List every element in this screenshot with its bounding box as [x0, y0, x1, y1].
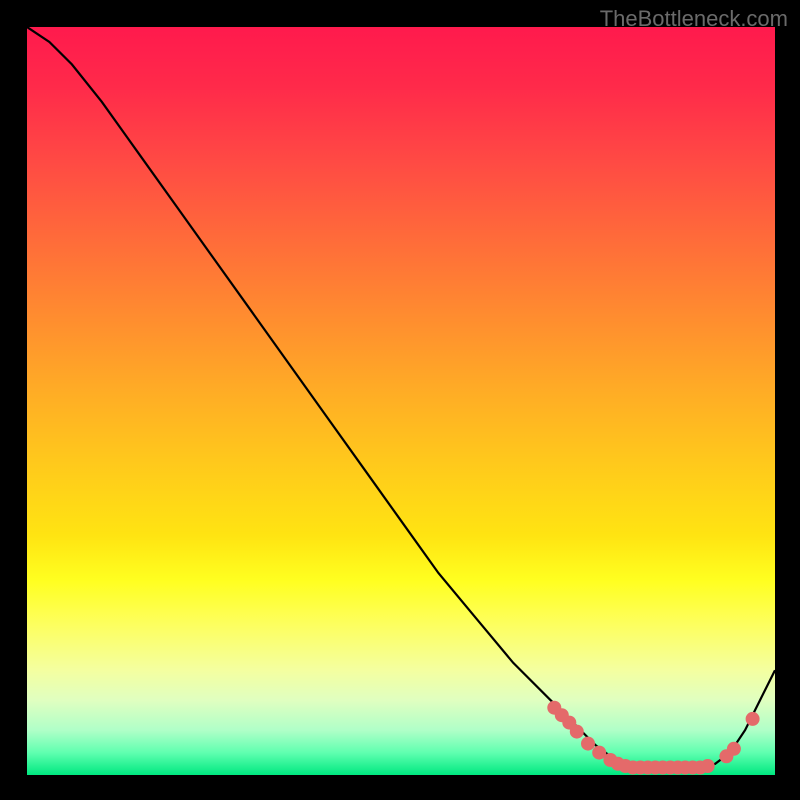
plot-area [27, 27, 775, 775]
highlight-dot [581, 737, 595, 751]
highlight-dots-group [547, 701, 759, 775]
chart-svg [27, 27, 775, 775]
highlight-dot [746, 712, 760, 726]
highlight-dot [701, 759, 715, 773]
bottleneck-curve [27, 27, 775, 768]
attribution-text: TheBottleneck.com [600, 6, 788, 32]
highlight-dot [727, 742, 741, 756]
highlight-dot [570, 725, 584, 739]
